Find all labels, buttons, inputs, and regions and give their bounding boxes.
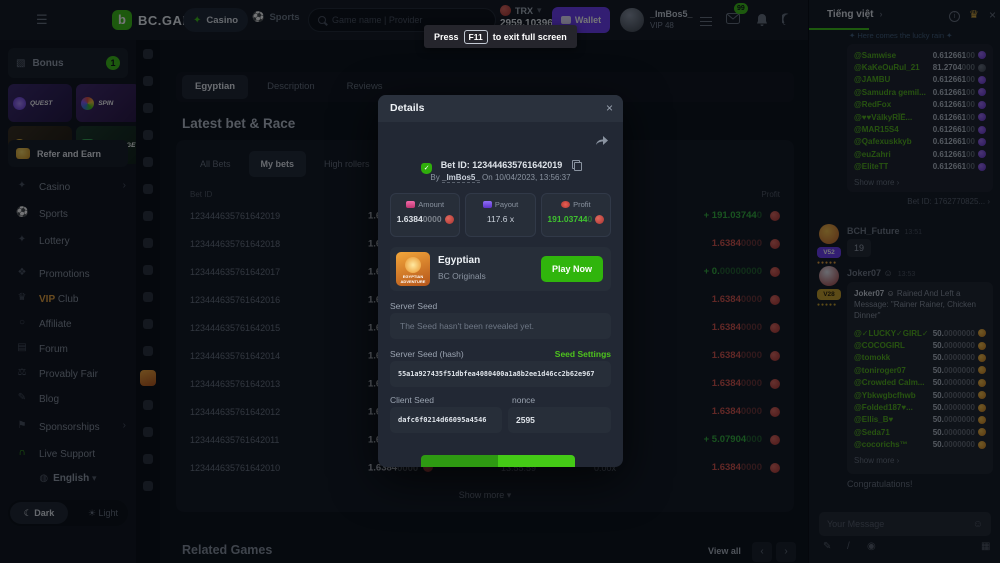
profit-icon	[561, 201, 570, 208]
game-provider: BC Originals	[438, 271, 486, 281]
server-seed-hash-value[interactable]: 55a1a927435f51dbfea4080400a1a8b2ee1d46cc…	[390, 361, 611, 387]
game-title: Egyptian	[438, 255, 480, 266]
nonce-label: nonce	[512, 395, 535, 405]
verify-button[interactable]	[421, 455, 575, 467]
bet-author-row: By _ImBos5_ On 10/04/2023, 13:56:37	[378, 173, 623, 182]
bet-id-row: ✓ Bet ID: 123444635761642019	[378, 155, 623, 174]
copy-icon[interactable]	[572, 160, 580, 169]
trx-coin-icon	[445, 215, 454, 224]
stat-profit: Profit 191.037440	[541, 193, 611, 237]
client-seed-value[interactable]: dafc6f0214d66095a4546	[390, 407, 502, 433]
fullscreen-toast: Press F11 to exit full screen	[424, 25, 577, 48]
game-thumbnail-label: EGYPTIAN ADVENTURE	[396, 274, 430, 284]
trx-coin-icon	[595, 215, 604, 224]
bcgame-app: ☰ b BC.GAME ✦ Casino ⚽ Sports TRX ▾ 2959…	[0, 0, 1000, 563]
seed-settings-link[interactable]: Seed Settings	[555, 349, 611, 359]
client-seed-label: Client Seed	[390, 395, 434, 405]
modal-close-icon[interactable]: ×	[606, 101, 613, 115]
f11-keycap: F11	[464, 30, 488, 44]
stat-payout: Payout 117.6 x	[465, 193, 535, 237]
bet-datetime: 10/04/2023, 13:56:37	[495, 173, 571, 182]
toast-text: to exit full screen	[493, 32, 567, 42]
bet-id-value: Bet ID: 123444635761642019	[441, 160, 563, 170]
bet-details-modal: Details × ✓ Bet ID: 123444635761642019 B…	[378, 95, 623, 467]
amount-icon	[406, 201, 415, 208]
stat-amount: Amount 1.63840000	[390, 193, 460, 237]
nonce-value[interactable]: 2595	[508, 407, 611, 433]
server-seed-hash-label: Server Seed (hash)	[390, 349, 464, 359]
modal-title: Details	[390, 102, 424, 114]
bet-stats-row: Amount 1.63840000 Payout 117.6 x Profit …	[390, 193, 611, 237]
server-seed-label: Server Seed	[390, 301, 437, 311]
payout-icon	[483, 201, 492, 208]
bet-author-username[interactable]: _ImBos5_	[442, 173, 480, 183]
server-seed-unrevealed-box: The Seed hasn't been revealed yet.	[390, 313, 611, 339]
play-now-button[interactable]: Play Now	[541, 256, 603, 282]
toast-text: Press	[434, 32, 459, 42]
game-card: EGYPTIAN ADVENTURE Egyptian BC Originals…	[390, 247, 611, 291]
game-thumbnail[interactable]: EGYPTIAN ADVENTURE	[396, 252, 430, 286]
share-icon[interactable]	[595, 133, 609, 145]
